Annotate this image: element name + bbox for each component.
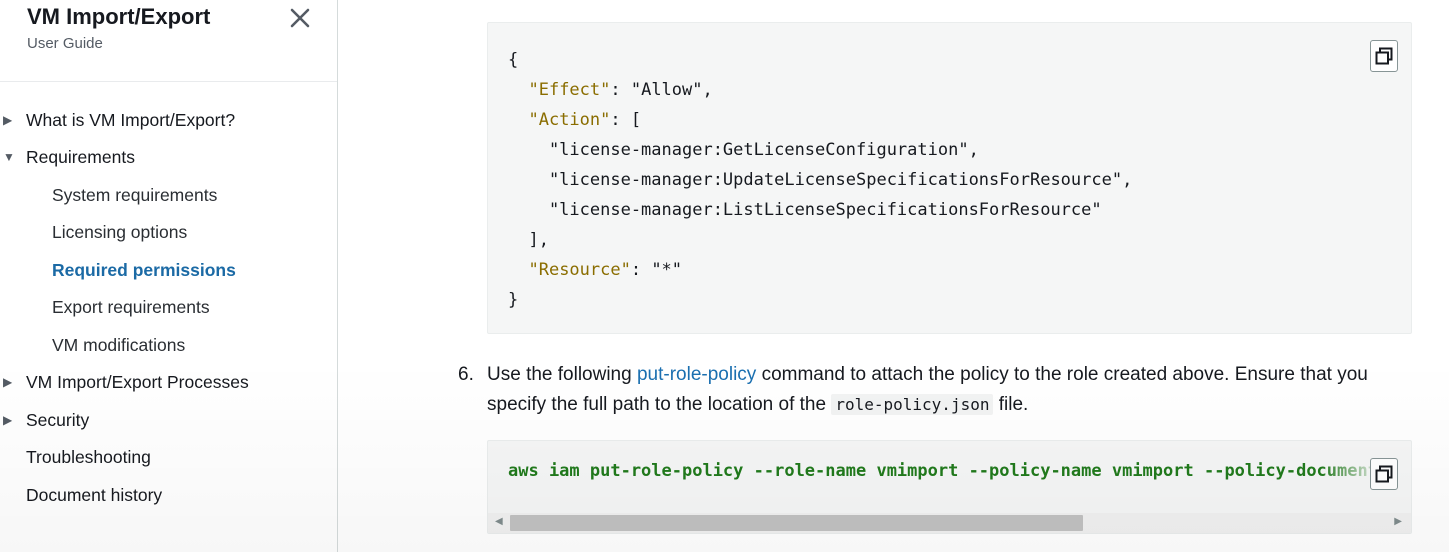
- command-code-block: aws iam put-role-policy --role-name vmim…: [487, 440, 1412, 534]
- code-line: {: [508, 50, 519, 70]
- expand-triangle-icon[interactable]: ▶: [3, 367, 17, 397]
- nav-item-label: Licensing options: [52, 222, 188, 242]
- sidebar-divider: [0, 81, 337, 82]
- scroll-left-arrow-icon[interactable]: ◀: [495, 516, 503, 527]
- nav-item-label: Security: [26, 410, 90, 430]
- close-navigation-button[interactable]: [288, 6, 312, 30]
- nav-item-label: VM modifications: [52, 335, 186, 355]
- put-role-policy-link[interactable]: put-role-policy: [637, 364, 756, 385]
- code-line: "Effect": "Allow",: [528, 80, 713, 100]
- close-icon: [290, 8, 310, 28]
- code-line: "Action": [: [528, 110, 642, 130]
- expand-triangle-icon[interactable]: ▶: [3, 405, 17, 435]
- nav-item-label: Troubleshooting: [26, 447, 151, 467]
- inline-code-filename: role-policy.json: [831, 394, 994, 415]
- policy-code-block: { "Effect": "Allow", "Action": [ "licens…: [487, 22, 1412, 334]
- copy-command-button[interactable]: [1370, 458, 1398, 490]
- guide-title[interactable]: VM Import/Export: [27, 4, 210, 30]
- copy-icon: [1375, 465, 1393, 483]
- code-line: }: [508, 290, 519, 310]
- horizontal-scrollbar[interactable]: ◀ ▶: [488, 513, 1411, 533]
- main-content: { "Effect": "Allow", "Action": [ "licens…: [338, 0, 1449, 552]
- scrollbar-thumb[interactable]: [510, 515, 1083, 531]
- copy-icon: [1375, 47, 1393, 65]
- step-text-part: Use the following: [487, 364, 637, 385]
- nav-item-label: Export requirements: [52, 297, 210, 317]
- nav-item-label-active: Required permissions: [52, 260, 236, 280]
- copy-policy-button[interactable]: [1370, 40, 1398, 72]
- step-text-part: file.: [993, 394, 1029, 415]
- json-key: "Action": [528, 110, 611, 130]
- step-number: 6.: [458, 364, 474, 385]
- step-6-text: Use the following put-role-policy comman…: [487, 360, 1417, 420]
- code-line: "Resource": "*": [528, 260, 683, 280]
- json-key: "Effect": [528, 80, 611, 100]
- guide-subtitle: User Guide: [27, 35, 103, 52]
- nav-item-label: VM Import/Export Processes: [26, 372, 249, 392]
- expand-triangle-icon[interactable]: ▶: [3, 105, 17, 135]
- nav-item-label: Document history: [26, 485, 163, 505]
- sidebar-navigation: VM Import/Export User Guide ▶ What is VM…: [0, 0, 338, 552]
- nav-item-label: What is VM Import/Export?: [26, 110, 236, 130]
- nav-item-label: System requirements: [52, 185, 218, 205]
- command-text[interactable]: aws iam put-role-policy --role-name vmim…: [508, 461, 1378, 481]
- policy-json-code[interactable]: { "Effect": "Allow", "Action": [ "licens…: [508, 45, 1132, 315]
- scroll-right-arrow-icon[interactable]: ▶: [1394, 516, 1402, 527]
- code-line: "license-manager:UpdateLicenseSpecificat…: [508, 170, 1133, 190]
- code-line: "license-manager:GetLicenseConfiguration…: [508, 140, 979, 160]
- code-line: ],: [508, 230, 549, 250]
- code-line: "license-manager:ListLicenseSpecificatio…: [508, 200, 1102, 220]
- nav-item-label: Requirements: [26, 147, 135, 167]
- collapse-triangle-icon[interactable]: ▼: [3, 142, 17, 172]
- json-key: "Resource": [528, 260, 631, 280]
